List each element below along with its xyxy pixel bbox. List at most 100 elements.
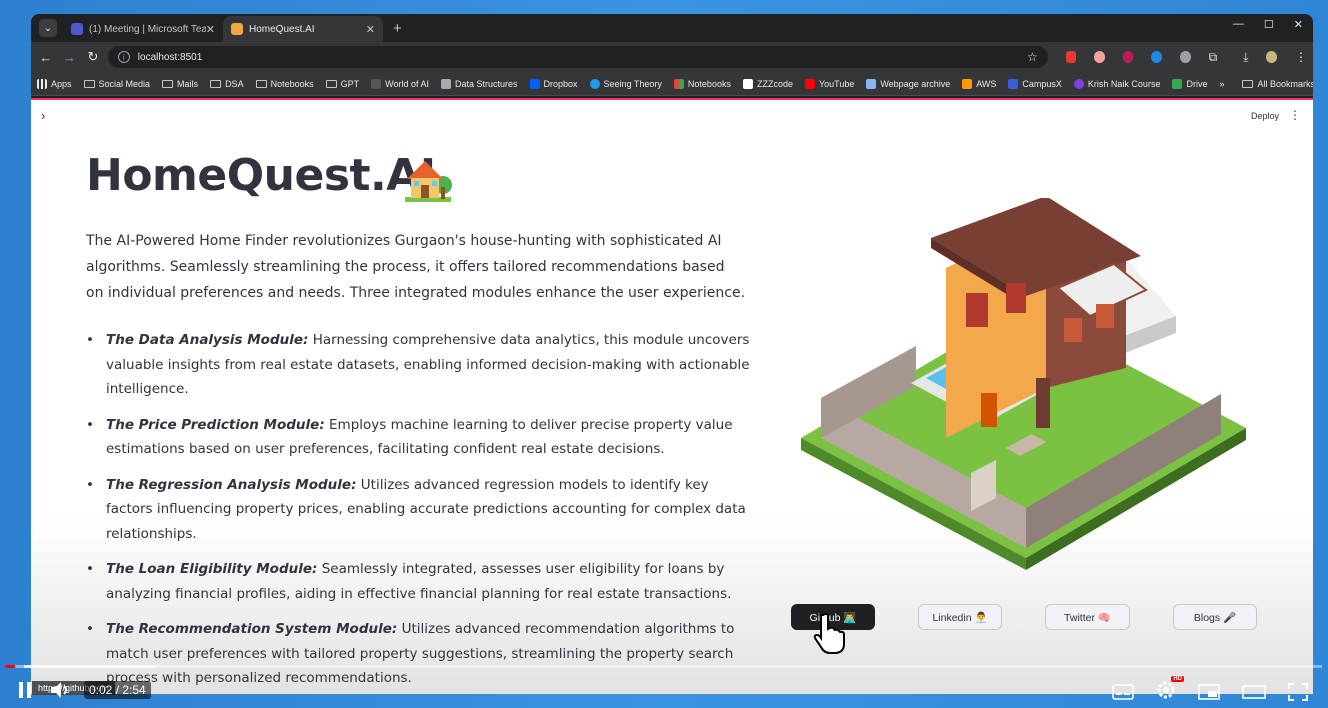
volume-icon[interactable] (50, 681, 72, 699)
bookmark-link[interactable]: ZZZcode (742, 78, 793, 89)
site-favicon (589, 78, 600, 89)
teams-icon (71, 23, 83, 35)
site-info-icon[interactable]: i (117, 51, 130, 63)
close-icon[interactable]: ✕ (206, 23, 215, 36)
video-time: 0:02 / 2:54 (84, 681, 151, 699)
forward-icon[interactable]: → (61, 50, 79, 65)
bookmark-link[interactable]: Krish Naik Course (1073, 78, 1160, 89)
list-item: The Regression Analysis Module: Utilizes… (86, 473, 756, 547)
video-progress-bar[interactable] (6, 665, 1322, 668)
extension-icon[interactable] (1065, 51, 1077, 63)
kebab-menu-icon[interactable]: ⋮ (1295, 50, 1307, 64)
tab-teams[interactable]: (1) Meeting | Microsoft Teams ✕ (63, 16, 223, 42)
extension-icon[interactable] (1180, 51, 1191, 63)
video-right-controls: HD (1112, 676, 1308, 703)
bookmark-apps[interactable]: Apps (37, 78, 72, 89)
folder-icon (1242, 79, 1254, 88)
module-name: The Recommendation System Module: (106, 621, 398, 637)
miniplayer-icon[interactable] (1198, 683, 1220, 700)
bookmark-label: ZZZcode (756, 78, 793, 89)
pause-icon[interactable] (18, 681, 32, 699)
bookmark-link[interactable]: Drive (1172, 78, 1208, 89)
bookmark-folder[interactable]: Social Media (83, 79, 150, 89)
bookmark-label: Drive (1186, 78, 1208, 89)
tab-search-button[interactable]: ⌄ (39, 19, 57, 37)
close-icon[interactable]: ✕ (366, 23, 375, 36)
bookmark-link[interactable]: Data Structures (440, 78, 518, 89)
bookmark-label: Notebooks (687, 78, 731, 89)
all-bookmarks-button[interactable]: All Bookmarks (1242, 79, 1313, 89)
bookmark-folder[interactable]: Mails (162, 79, 198, 89)
bookmark-folder[interactable]: GPT (325, 79, 359, 89)
new-tab-button[interactable]: + (393, 20, 402, 37)
bookmark-label: CampusX (1022, 78, 1062, 89)
list-item: The Price Prediction Module: Employs mac… (86, 413, 756, 462)
bookmark-label: Dropbox (543, 78, 578, 89)
hd-badge: HD (1171, 676, 1184, 682)
page-title: HomeQuest.AI (86, 150, 436, 201)
video-progress-buffered (24, 665, 156, 668)
maximize-icon[interactable]: ☐ (1264, 18, 1274, 31)
subtitles-icon[interactable] (1112, 683, 1134, 700)
button-label: Linkedin 👨‍💼 (932, 611, 988, 624)
settings-control[interactable]: HD (1156, 676, 1184, 703)
extension-icon[interactable] (1122, 51, 1134, 63)
tab-strip: ⌄ (1) Meeting | Microsoft Teams ✕ HomeQu… (31, 14, 1313, 42)
bookmark-label: Apps (51, 78, 72, 89)
folder-icon (162, 79, 174, 88)
bookmark-link[interactable]: CampusX (1008, 78, 1062, 89)
tab-homequest[interactable]: HomeQuest.AI ✕ (223, 16, 383, 42)
site-favicon (1073, 78, 1084, 89)
house-with-garden-icon (405, 161, 452, 202)
bookmark-link[interactable]: YouTube (804, 78, 854, 89)
bookmarks-bar: Apps Social Media Mails DSA Notebooks GP… (31, 72, 1313, 96)
fullscreen-icon[interactable] (1288, 682, 1308, 701)
deploy-button[interactable]: Deploy (1251, 111, 1279, 121)
bookmark-label: Data Structures (454, 78, 518, 89)
bookmark-link[interactable]: Dropbox (529, 78, 578, 89)
apps-grid-icon (37, 78, 47, 89)
sidebar-expand-chevron-icon[interactable]: › (41, 108, 45, 123)
more-bookmarks-chevron[interactable]: » (1219, 79, 1224, 89)
bookmark-link[interactable]: Seeing Theory (589, 78, 662, 89)
bookmark-label: AWS (976, 78, 997, 89)
extension-icon[interactable] (1151, 51, 1163, 63)
gear-icon[interactable] (1156, 680, 1176, 700)
drive-icon (1172, 78, 1183, 89)
folder-icon (210, 79, 222, 88)
folder-icon (255, 79, 267, 88)
site-favicon (371, 78, 382, 89)
download-icon[interactable]: ⤓ (1243, 50, 1248, 65)
button-label: Blogs 🎤 (1193, 611, 1237, 624)
address-text: localhost:8501 (137, 51, 203, 63)
bookmark-label: DSA (225, 78, 244, 89)
minimize-icon[interactable]: — (1233, 18, 1244, 31)
main-menu-icon[interactable]: ⋮ (1289, 108, 1301, 122)
bookmark-label: Webpage archive (880, 78, 951, 89)
streamlit-page: › Deploy ⋮ HomeQuest.AI The AI-Powered H… (31, 98, 1313, 694)
video-controls: 0:02 / 2:54 HD (0, 672, 1328, 708)
back-icon[interactable]: ← (37, 50, 55, 65)
bookmark-label: World of AI (385, 78, 429, 89)
extensions-puzzle-icon[interactable]: ⧉ (1209, 50, 1218, 65)
site-favicon (440, 78, 451, 89)
bookmark-star-icon[interactable]: ☆ (1027, 50, 1038, 64)
theater-mode-icon[interactable] (1242, 684, 1266, 700)
window-controls: — ☐ ✕ (1233, 18, 1303, 31)
bookmark-link[interactable]: Webpage archive (866, 78, 951, 89)
linkedin-link-button[interactable]: Linkedin 👨‍💼 (918, 604, 1002, 630)
address-bar[interactable]: i localhost:8501 ☆ (107, 46, 1048, 68)
bookmark-link[interactable]: Notebooks (673, 78, 731, 89)
blogs-link-button[interactable]: Blogs 🎤 (1173, 604, 1257, 630)
profile-avatar[interactable] (1266, 51, 1278, 63)
reload-icon[interactable]: ↻ (84, 49, 102, 65)
site-favicon (866, 78, 877, 89)
twitter-link-button[interactable]: Twitter 🧠 (1045, 604, 1130, 630)
bookmark-link[interactable]: AWS (962, 78, 997, 89)
close-window-icon[interactable]: ✕ (1294, 18, 1303, 31)
extension-icon[interactable] (1094, 51, 1105, 63)
bookmark-folder[interactable]: Notebooks (255, 78, 314, 89)
bookmark-folder[interactable]: DSA (210, 79, 244, 89)
bookmark-link[interactable]: World of AI (371, 78, 429, 89)
bookmark-label: Notebooks (270, 78, 314, 89)
